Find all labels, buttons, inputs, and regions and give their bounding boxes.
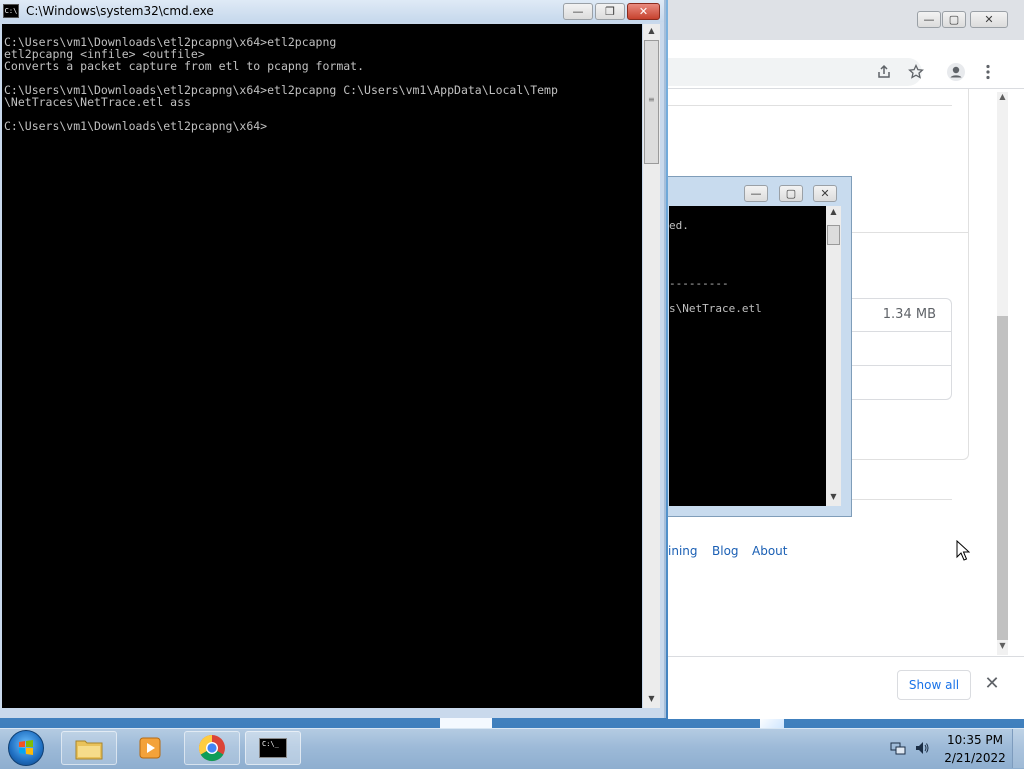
scroll-down-arrow-icon[interactable]: ▼ <box>643 694 660 708</box>
file-list-row[interactable] <box>852 332 952 366</box>
taskbar-cmd[interactable]: C:\_ <box>245 731 301 765</box>
console-output-area[interactable]: C:\Users\vm1\Downloads\etl2pcapng\x64>et… <box>2 24 642 708</box>
restore-icon: ❐ <box>605 5 615 18</box>
show-desktop-button[interactable] <box>1012 729 1024 768</box>
close-icon: ✕ <box>638 5 649 18</box>
minimize-icon: — <box>750 187 762 200</box>
close-button[interactable]: ✕ <box>970 11 1008 28</box>
volume-icon[interactable] <box>914 740 930 760</box>
minimize-button[interactable]: — <box>917 11 941 28</box>
console-line: Converts a packet capture from etl to pc… <box>4 59 365 73</box>
console-line: --------- <box>669 277 729 290</box>
console-output-area[interactable] <box>669 206 826 506</box>
close-icon: ✕ <box>820 187 830 200</box>
windows-logo-icon <box>19 740 33 755</box>
maximize-button[interactable]: ▢ <box>779 185 803 202</box>
share-icon[interactable] <box>874 62 894 82</box>
maximize-icon: ▢ <box>785 187 797 200</box>
maximize-button[interactable]: ❐ <box>595 3 625 20</box>
clock-time[interactable]: 10:35 PM <box>940 733 1010 747</box>
mouse-cursor-icon <box>956 540 970 561</box>
cmd-icon: C:\_ <box>259 738 287 758</box>
footer-link-about[interactable]: About <box>752 544 787 558</box>
console-line: ed. <box>669 219 689 232</box>
maximize-icon: ▢ <box>948 13 960 26</box>
clock-date[interactable]: 2/21/2022 <box>940 751 1010 765</box>
minimize-icon: — <box>923 13 935 26</box>
minimize-button[interactable]: — <box>744 185 768 202</box>
close-button[interactable]: ✕ <box>627 3 660 20</box>
kebab-menu-icon[interactable] <box>978 62 998 82</box>
cmd-window: C:\ C:\Windows\system32\cmd.exe — ❐ ✕ C:… <box>0 0 666 718</box>
minimize-icon: — <box>572 5 584 18</box>
taskbar-media-player[interactable] <box>122 731 178 765</box>
page-scrollbar-thumb[interactable] <box>997 316 1008 640</box>
star-icon[interactable] <box>906 62 926 82</box>
file-size: 1.34 MB <box>882 307 936 322</box>
cmd-app-icon[interactable]: C:\ <box>3 4 19 18</box>
chrome-icon <box>198 734 225 762</box>
taskbar-chrome[interactable] <box>184 731 240 765</box>
scroll-up-arrow-icon[interactable]: ▲ <box>826 207 841 221</box>
file-list-row[interactable] <box>852 366 952 400</box>
console-prompt-line: C:\Users\vm1\Downloads\etl2pcapng\x64> <box>4 119 268 133</box>
console-scrollbar-thumb[interactable] <box>827 225 840 245</box>
taskbar-file-explorer[interactable] <box>61 731 117 765</box>
console-line: \NetTraces\NetTrace.etl ass <box>4 95 191 109</box>
footer-link-blog[interactable]: Blog <box>712 544 739 558</box>
maximize-button[interactable]: ▢ <box>942 11 966 28</box>
profile-icon[interactable] <box>946 62 966 82</box>
scroll-down-arrow-icon[interactable]: ▼ <box>997 641 1008 655</box>
footer-link-training[interactable]: ining <box>668 544 698 558</box>
network-icon[interactable] <box>890 740 906 760</box>
scroll-up-arrow-icon[interactable]: ▲ <box>643 26 660 40</box>
folder-icon <box>75 740 103 760</box>
close-download-shelf-icon[interactable]: ✕ <box>984 674 1000 694</box>
start-button[interactable] <box>8 730 44 766</box>
close-icon: ✕ <box>984 13 994 26</box>
minimize-button[interactable]: — <box>563 3 593 20</box>
scroll-down-arrow-icon[interactable]: ▼ <box>826 492 841 506</box>
close-button[interactable]: ✕ <box>813 185 837 202</box>
scroll-up-arrow-icon[interactable]: ▲ <box>997 92 1008 106</box>
window-title: C:\Windows\system32\cmd.exe <box>26 4 214 18</box>
show-all-button[interactable]: Show all <box>897 670 971 700</box>
media-player-icon <box>139 737 161 759</box>
console-line: s\NetTrace.etl <box>669 302 762 315</box>
scrollbar-grip-icon: ≡ <box>648 95 655 104</box>
console-scrollbar[interactable] <box>826 206 841 506</box>
